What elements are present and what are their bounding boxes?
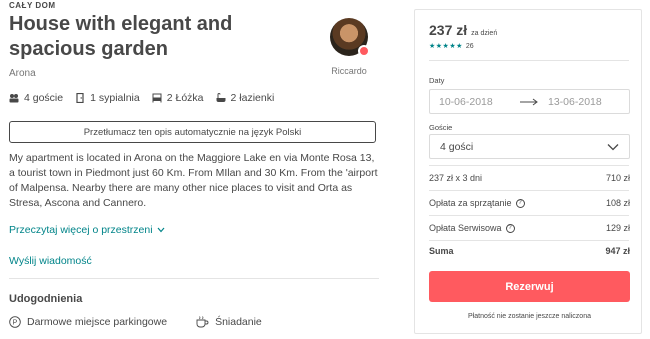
fact-guests: 4 goście [9, 92, 63, 104]
parking-icon: P [9, 316, 21, 328]
door-icon [76, 93, 84, 103]
price-line-cleaning: Opłata za sprzątanie? 108 zł [429, 198, 630, 208]
amenity-parking: P Darmowe miejsce parkingowe [9, 316, 167, 328]
price-line-label: Opłata Serwisowa [429, 223, 502, 233]
fact-bedrooms-label: 1 sypialnia [90, 92, 140, 104]
rating[interactable]: ★★★★★ 26 [429, 42, 474, 51]
price-line-nights: 237 zł x 3 dni 710 zł [429, 173, 630, 183]
star-rating-icon: ★★★★★ [429, 43, 463, 50]
coffee-cup-icon [196, 316, 209, 328]
chevron-down-icon [157, 227, 165, 233]
guests-select[interactable]: 4 gości [429, 134, 630, 159]
listing-facts: 4 goście 1 sypialnia 2 Łóżka 2 łazienki [9, 92, 379, 104]
chevron-down-icon [607, 143, 619, 150]
card-divider [429, 190, 629, 191]
price-unit: za dzień [471, 30, 498, 37]
fact-beds-label: 2 Łóżka [166, 92, 204, 104]
card-divider [429, 60, 629, 61]
price-value: 237 zł [429, 22, 468, 38]
amenity-breakfast-label: Śniadanie [215, 316, 262, 328]
card-divider [429, 215, 629, 216]
read-more-link[interactable]: Przeczytaj więcej o przestrzeni [9, 224, 379, 236]
guests-label: Goście [429, 123, 453, 132]
amenity-parking-label: Darmowe miejsce parkingowe [27, 316, 168, 328]
fact-bedrooms: 1 sypialnia [75, 92, 140, 104]
bathtub-icon [216, 93, 226, 102]
price-line-amount: 108 zł [605, 198, 630, 208]
fact-beds: 2 Łóżka [152, 92, 204, 104]
bed-icon [152, 93, 162, 103]
amenities-list: P Darmowe miejsce parkingowe Śniadanie [9, 316, 262, 328]
price-line-amount: 710 zł [605, 173, 630, 183]
read-more-label: Przeczytaj więcej o przestrzeni [9, 224, 153, 236]
fact-baths: 2 łazienki [216, 92, 275, 104]
reserve-button[interactable]: Rezerwuj [429, 271, 630, 302]
total-label: Suma [429, 246, 454, 256]
price-total: Suma 947 zł [429, 246, 630, 256]
translate-button[interactable]: Przetłumacz ten opis automatycznie na ję… [9, 121, 376, 143]
price-line-label: Opłata za sprzątanie [429, 198, 512, 208]
send-message-label: Wyślij wiadomość [9, 255, 92, 267]
listing-description: My apartment is located in Arona on the … [9, 152, 378, 209]
booking-card: 237 zł za dzień ★★★★★ 26 Daty 10-06-2018… [414, 9, 642, 334]
payment-note: Płatność nie zostanie jeszcze naliczona [468, 313, 591, 320]
price-per-night: 237 zł za dzień [429, 22, 497, 38]
date-range-picker[interactable]: 10-06-2018 13-06-2018 [429, 89, 630, 114]
host-info[interactable]: Riccardo [320, 18, 378, 76]
total-amount: 947 zł [605, 246, 630, 256]
svg-text:P: P [13, 320, 18, 327]
checkout-input[interactable]: 13-06-2018 [544, 96, 602, 108]
price-line-amount: 129 zł [605, 223, 630, 233]
question-icon[interactable]: ? [505, 223, 515, 233]
property-type: CAŁY DOM [9, 1, 56, 10]
avatar[interactable] [330, 18, 370, 57]
send-message-link[interactable]: Wyślij wiadomość [9, 255, 379, 267]
price-line-label: 237 zł x 3 dni [429, 173, 483, 183]
superhost-badge-icon [358, 45, 370, 57]
dates-label: Daty [429, 76, 445, 85]
fact-baths-label: 2 łazienki [230, 92, 275, 104]
question-icon[interactable]: ? [515, 198, 525, 208]
amenity-breakfast: Śniadanie [195, 316, 262, 328]
guests-icon [9, 94, 19, 103]
card-divider [429, 165, 629, 166]
card-divider [429, 240, 629, 241]
section-divider [9, 278, 379, 279]
price-line-service: Opłata Serwisowa? 129 zł [429, 223, 630, 233]
arrow-right-icon [514, 98, 544, 106]
guests-value: 4 gości [440, 140, 474, 153]
amenities-title: Udogodnienia [9, 293, 83, 305]
host-name[interactable]: Riccardo [320, 66, 378, 76]
checkin-input[interactable]: 10-06-2018 [430, 96, 514, 108]
fact-guests-label: 4 goście [24, 92, 64, 104]
review-count: 26 [465, 42, 474, 50]
page-title: House with elegant and spacious garden [9, 13, 233, 60]
